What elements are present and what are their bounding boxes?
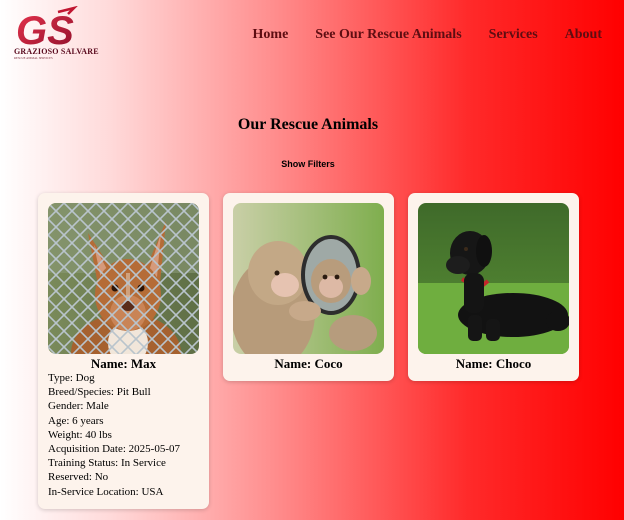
nav-home-link[interactable]: Home [253, 27, 289, 43]
animal-name: Name: Coco [274, 356, 343, 371]
monkeys-with-mirror-photo [233, 203, 384, 354]
detail-gender: Gender: Male [48, 400, 109, 413]
detail-location: In-Service Location: USA [48, 485, 164, 498]
nav-about-link[interactable]: About [565, 27, 602, 43]
animal-card-choco[interactable]: Name: Choco [408, 193, 579, 381]
detail-training-status: Training Status: In Service [48, 457, 166, 470]
nav-services-link[interactable]: Services [489, 27, 538, 43]
logo-letters: GS [16, 9, 74, 50]
detail-weight: Weight: 40 lbs [48, 428, 112, 441]
brand-name: GRAZIOSO SALVARE [14, 47, 99, 56]
black-labrador-photo [418, 203, 569, 354]
page-title: Our Rescue Animals [237, 116, 379, 133]
nav-rescue-animals-link[interactable]: See Our Rescue Animals [315, 27, 461, 43]
animal-card-max[interactable]: Name: Max Type: Dog Breed/Species: Pit B… [38, 193, 209, 509]
animal-card-coco[interactable]: Name: Coco [223, 193, 394, 381]
detail-acquisition-date: Acquisition Date: 2025-05-07 [48, 443, 180, 456]
logo-mark: GS [16, 6, 78, 50]
detail-age: Age: 6 years [48, 414, 104, 427]
main-nav: Home See Our Rescue Animals Services Abo… [253, 27, 602, 43]
animal-name: Name: Choco [455, 356, 532, 371]
detail-reserved: Reserved: No [48, 471, 109, 484]
detail-breed: Breed/Species: Pit Bull [48, 386, 151, 399]
show-filters-button[interactable]: Show Filters [281, 159, 335, 169]
dog-behind-fence-photo [48, 203, 199, 354]
animal-name: Name: Max [90, 356, 157, 371]
detail-type: Type: Dog [48, 372, 95, 384]
filters-bar: Show Filters [0, 154, 616, 172]
brand-tagline: RESCUE ANIMAL SERVICES [14, 56, 53, 60]
animal-details: Type: Dog Breed/Species: Pit Bull Gender… [48, 371, 180, 499]
